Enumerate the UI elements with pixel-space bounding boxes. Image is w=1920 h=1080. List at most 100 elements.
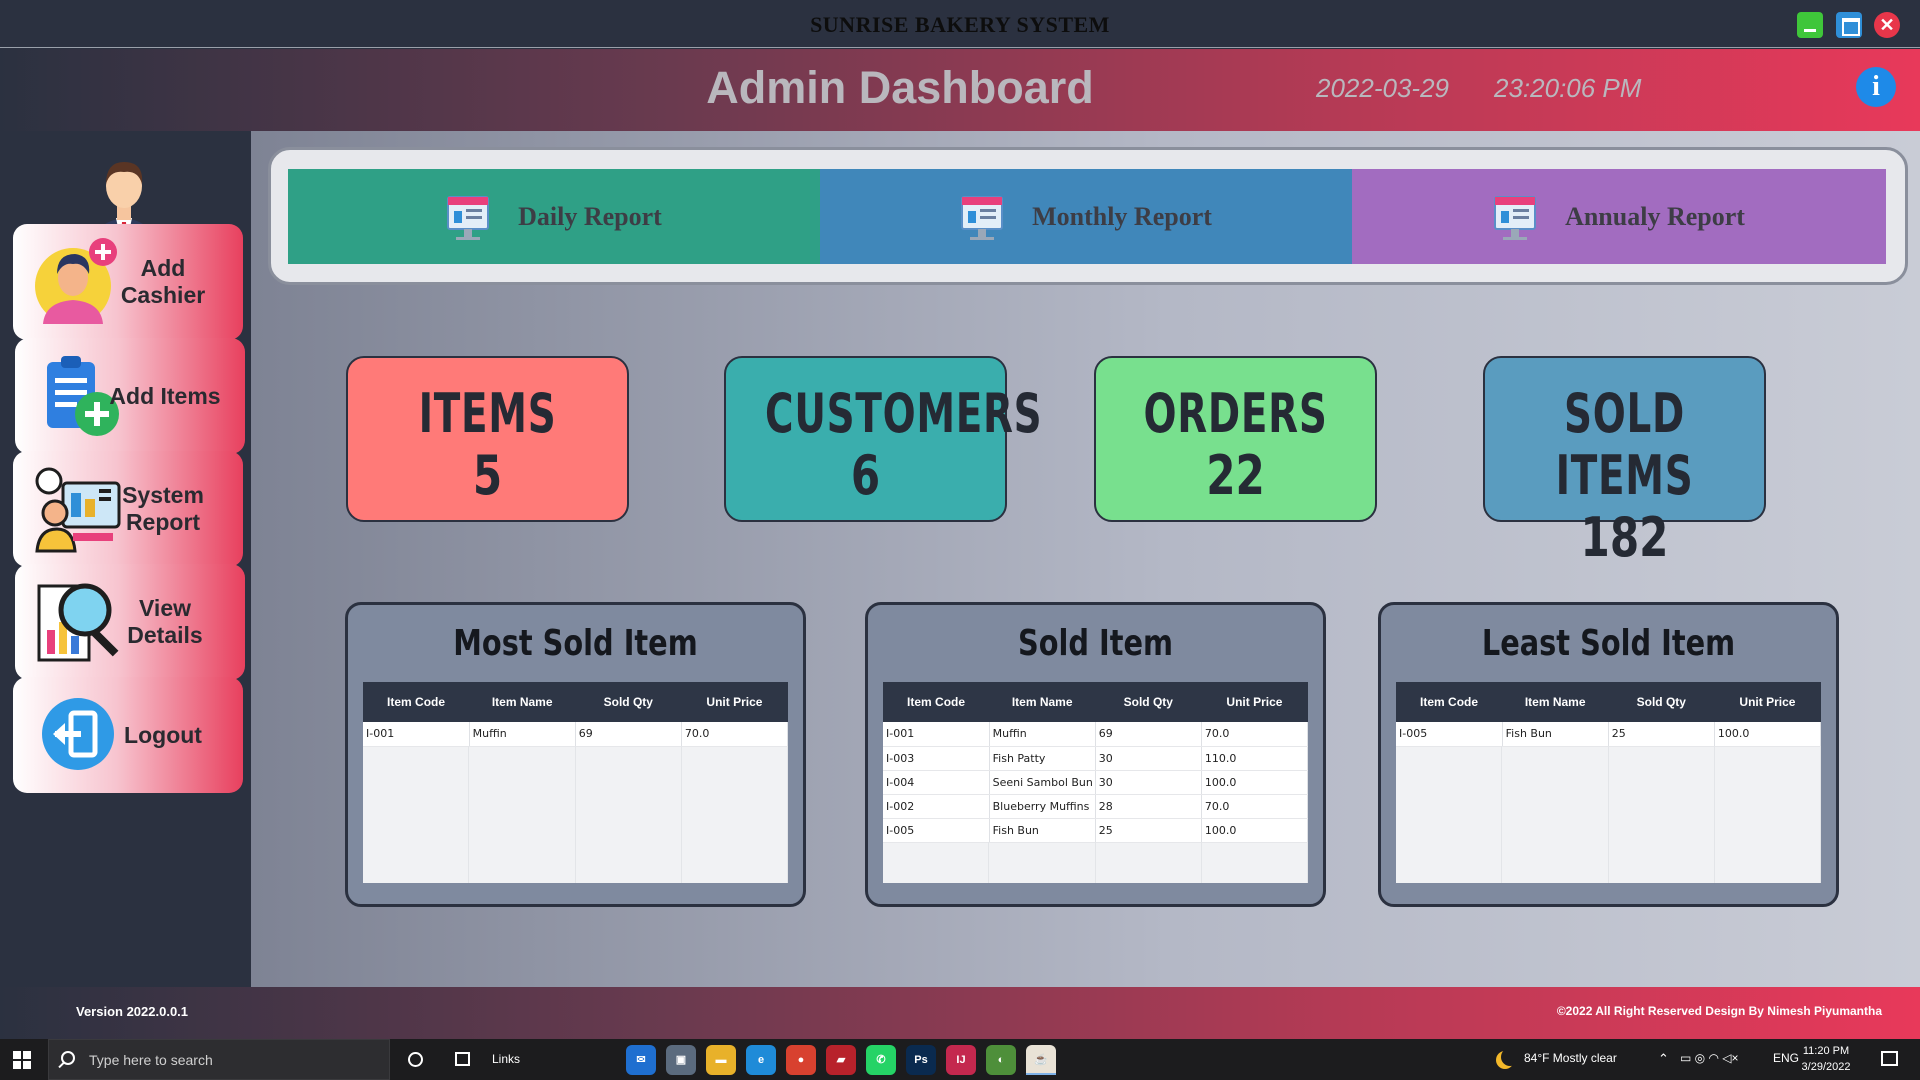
sold-item-card: Sold Item Item Code Item Name Sold Qty Unit…	[865, 602, 1326, 907]
taskbar-search-box[interactable]: Type here to search	[48, 1039, 390, 1080]
search-icon	[61, 1051, 75, 1065]
app-green-icon[interactable]: ◐	[986, 1045, 1016, 1075]
intellij-icon[interactable]: IJ	[946, 1045, 976, 1075]
stat-label: ITEMS	[418, 382, 557, 445]
file-explorer-icon[interactable]: ▬	[706, 1045, 736, 1075]
table-cell: 70.0	[1201, 794, 1309, 819]
tray-chevron-icon[interactable]: ⌃	[1658, 1051, 1669, 1067]
header-time: 23:20:06 PM	[1494, 73, 1642, 103]
windows-taskbar: Type here to search Links ✉ ▣ ▬ e ● ▰ ✆ Ps IJ ◐ ☕ …	[0, 1039, 1920, 1080]
window-title: SUNRISE BAKERY SYSTEM	[810, 12, 1110, 37]
monthly-report-button[interactable]: Monthly Report	[820, 169, 1352, 264]
column-header[interactable]: Item Name	[989, 682, 1096, 722]
table-cell: 25	[1608, 722, 1715, 747]
photoshop-icon[interactable]: Ps	[906, 1045, 936, 1075]
sidebar-item-label: Add Cashier	[120, 255, 206, 308]
maximize-icon[interactable]	[1836, 12, 1862, 38]
mail-icon[interactable]: ✉	[626, 1045, 656, 1075]
task-view-icon[interactable]	[455, 1052, 470, 1066]
orders-stat-card: ORDERS 22	[1094, 356, 1377, 522]
column-header[interactable]: Item Code	[883, 682, 990, 722]
whatsapp-icon[interactable]: ✆	[866, 1045, 896, 1075]
sidebar-item-label: Add Items	[109, 382, 221, 409]
table-row[interactable]: I-005 Fish Bun 25 100.0	[1396, 722, 1822, 747]
table-cell: 100.0	[1201, 818, 1309, 843]
app-red-icon[interactable]: ▰	[826, 1045, 856, 1075]
table-title: Most Sold Item	[453, 623, 698, 664]
column-header[interactable]: Item Code	[363, 682, 470, 722]
table-cell: I-001	[363, 722, 470, 747]
sold-item-table[interactable]: Item Code Item Name Sold Qty Unit Price I-00…	[883, 682, 1309, 883]
annual-report-button[interactable]: Annualy Report	[1352, 169, 1886, 264]
table-row[interactable]: I-005 Fish Bun 25 100.0	[883, 818, 1309, 843]
table-cell: I-005	[883, 818, 990, 843]
table-title: Least Sold Item	[1481, 623, 1736, 664]
edge-icon[interactable]: e	[746, 1045, 776, 1075]
taskbar-clock[interactable]: 11:20 PM 3/29/2022	[1796, 1043, 1856, 1075]
table-cell: I-001	[883, 722, 990, 747]
table-cell: Muffin	[989, 722, 1096, 747]
column-header[interactable]: Sold Qty	[575, 682, 682, 722]
least-sold-item-card: Least Sold Item Item Code Item Name Sold Q…	[1378, 602, 1839, 907]
table-title: Sold Item	[1017, 623, 1174, 664]
cortana-icon[interactable]	[408, 1052, 423, 1067]
close-icon[interactable]: ✕	[1874, 12, 1900, 38]
table-row[interactable]: I-003 Fish Patty 30 110.0	[883, 746, 1309, 771]
dashboard-header: Admin Dashboard 2022-03-29 23:20:06 PM i	[0, 49, 1920, 131]
stat-value: 182	[1580, 506, 1669, 569]
sidebar-item-label: System Report	[122, 482, 204, 535]
table-cell: 100.0	[1714, 722, 1822, 747]
sold-items-stat-card: SOLD ITEMS 182	[1483, 356, 1766, 569]
add-cashier-button[interactable]: Add Cashier	[13, 224, 243, 340]
view-details-button[interactable]: View Details	[15, 564, 245, 680]
table-row[interactable]: I-001 Muffin 69 70.0	[883, 722, 1309, 747]
photos-icon[interactable]: ▣	[666, 1045, 696, 1075]
java-icon[interactable]: ☕	[1026, 1045, 1056, 1075]
system-report-button[interactable]: System Report	[13, 451, 243, 567]
table-cell: Blueberry Muffins	[989, 794, 1096, 819]
table-cell: I-003	[883, 746, 990, 771]
items-stat-card: ITEMS 5	[346, 356, 629, 522]
daily-report-button[interactable]: Daily Report	[288, 169, 820, 264]
least-sold-table[interactable]: Item Code Item Name Sold Qty Unit Price I-00…	[1396, 682, 1822, 883]
chrome-icon[interactable]: ●	[786, 1045, 816, 1075]
windows-start-icon[interactable]	[13, 1051, 31, 1069]
window-title-bar: SUNRISE BAKERY SYSTEM ✕	[0, 0, 1920, 48]
clock-time: 11:20 PM	[1802, 1045, 1850, 1057]
column-header[interactable]: Sold Qty	[1608, 682, 1715, 722]
weather-label[interactable]: 84°F Mostly clear	[1524, 1051, 1617, 1065]
table-empty-area	[883, 842, 1308, 883]
minimize-icon[interactable]	[1797, 12, 1823, 38]
table-row[interactable]: I-001 Muffin 69 70.0	[363, 722, 789, 747]
column-header[interactable]: Unit Price	[1201, 682, 1308, 722]
column-header[interactable]: Unit Price	[1714, 682, 1821, 722]
logout-button[interactable]: Logout	[13, 677, 243, 793]
table-cell: 70.0	[1201, 722, 1309, 747]
notification-icon[interactable]	[1881, 1051, 1898, 1066]
page-title: Admin Dashboard	[706, 62, 1094, 113]
info-icon[interactable]: i	[1856, 67, 1896, 107]
table-cell: Fish Bun	[1502, 722, 1609, 747]
report-icon	[961, 195, 1004, 240]
column-header[interactable]: Item Code	[1396, 682, 1503, 722]
sidebar-item-label: View Details	[127, 595, 203, 648]
version-label: Version 2022.0.0.1	[76, 1004, 189, 1019]
links-toolbar[interactable]: Links	[492, 1052, 520, 1066]
column-header[interactable]: Item Name	[469, 682, 576, 722]
column-header[interactable]: Unit Price	[681, 682, 788, 722]
most-sold-item-card: Most Sold Item Item Code Item Name Sold Qt…	[345, 602, 806, 907]
table-row[interactable]: I-004 Seeni Sambol Bun 30 100.0	[883, 770, 1309, 795]
app-footer: Version 2022.0.0.1 ©2022 All Right Reser…	[0, 987, 1920, 1039]
stat-label: CUSTOMERS	[765, 382, 1043, 445]
tray-icons[interactable]: ▭ ◎ ◠ ◁×	[1680, 1051, 1739, 1065]
search-placeholder: Type here to search	[89, 1052, 213, 1068]
table-row[interactable]: I-002 Blueberry Muffins 28 70.0	[883, 794, 1309, 819]
add-items-button[interactable]: Add Items	[15, 338, 245, 454]
stat-value: 5	[472, 444, 503, 507]
column-header[interactable]: Item Name	[1502, 682, 1609, 722]
most-sold-table[interactable]: Item Code Item Name Sold Qty Unit Price I-00…	[363, 682, 789, 883]
clock-date: 3/29/2022	[1801, 1061, 1851, 1073]
column-header[interactable]: Sold Qty	[1095, 682, 1202, 722]
table-cell: 25	[1095, 818, 1202, 843]
table-cell: 70.0	[681, 722, 789, 747]
